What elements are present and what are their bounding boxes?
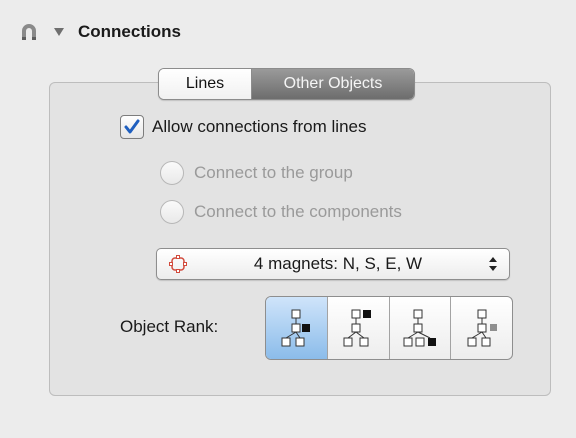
tab-other-objects[interactable]: Other Objects [252,69,414,99]
rank-option-middle-right[interactable] [451,297,512,359]
allow-connections-checkbox[interactable] [120,115,144,139]
connect-components-label: Connect to the components [194,202,402,221]
popup-up-down-arrows-icon [487,253,499,275]
rank-middle-right-icon [467,309,497,347]
object-rank-label: Object Rank: [120,317,219,336]
rank-bottom-right-icon [403,309,436,347]
tab-lines[interactable]: Lines [159,69,252,99]
disclosure-triangle-down-icon[interactable] [52,25,66,39]
connect-group-row[interactable]: Connect to the group [160,161,353,185]
magnets-popup-button[interactable]: 4 magnets: N, S, E, W [156,248,510,280]
allow-connections-row[interactable]: Allow connections from lines [120,115,366,139]
magnet-outline-icon [169,255,187,273]
object-rank-segmented-control [265,296,513,360]
magnets-selected-label: 4 magnets: N, S, E, W [253,254,423,273]
connect-group-radio[interactable] [160,161,184,185]
rank-option-center[interactable] [266,297,328,359]
rank-center-icon [281,309,311,347]
connect-components-row[interactable]: Connect to the components [160,200,402,224]
connect-components-radio[interactable] [160,200,184,224]
rank-option-top-right[interactable] [328,297,390,359]
section-title: Connections [78,22,181,41]
allow-connections-label: Allow connections from lines [152,117,367,136]
rank-top-right-icon [343,309,372,347]
magnet-icon [18,21,40,43]
tab-segmented-control: Lines Other Objects [158,68,415,100]
checkmark-icon [124,119,140,134]
connect-group-label: Connect to the group [194,163,353,182]
inspector-header: Connections [18,14,181,50]
rank-option-bottom-right[interactable] [390,297,452,359]
